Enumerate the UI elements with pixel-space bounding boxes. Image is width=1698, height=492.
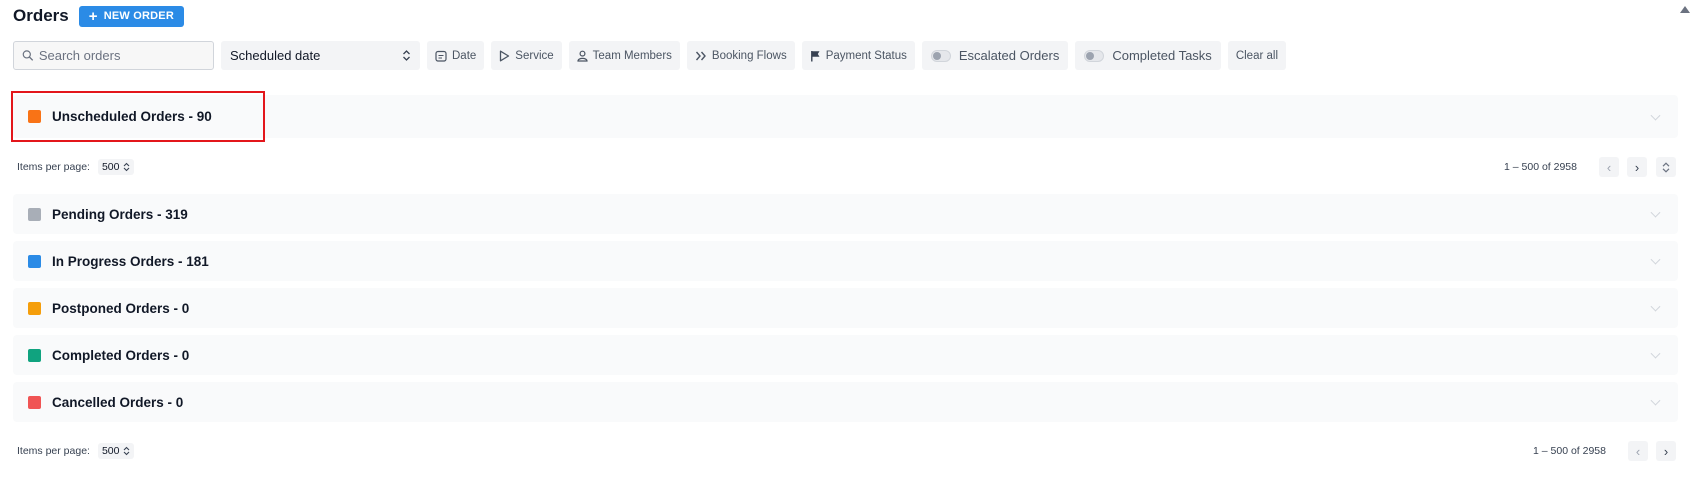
status-color-swatch	[28, 395, 41, 409]
select-arrows-icon	[403, 50, 410, 61]
page-header: Orders + NEW ORDER	[13, 5, 184, 27]
search-input[interactable]	[38, 48, 205, 63]
section-title: Postponed Orders - 0	[52, 300, 190, 316]
booking-flows-filter-chip[interactable]: Booking Flows	[686, 41, 795, 70]
section-in-progress-orders[interactable]: In Progress Orders - 181	[13, 241, 1678, 281]
flag-icon	[810, 50, 820, 61]
play-icon	[500, 50, 510, 61]
escalated-orders-label: Escalated Orders	[958, 48, 1060, 63]
team-members-filter-label: Team Members	[592, 49, 672, 62]
booking-flows-filter-label: Booking Flows	[711, 49, 787, 62]
chevron-left-icon: ‹	[1606, 159, 1612, 175]
escalated-orders-toggle[interactable]	[930, 49, 951, 62]
section-completed-orders[interactable]: Completed Orders - 0	[13, 335, 1678, 375]
page-options-button[interactable]	[1656, 157, 1676, 177]
section-postponed-orders[interactable]: Postponed Orders - 0	[13, 288, 1678, 328]
search-box[interactable]	[13, 41, 214, 70]
new-order-button[interactable]: + NEW ORDER	[78, 5, 184, 27]
status-color-swatch	[28, 348, 41, 362]
chevron-down-icon[interactable]	[1650, 301, 1661, 312]
items-per-page-value: 500	[101, 445, 120, 457]
select-arrows-icon	[123, 162, 129, 172]
completed-tasks-label: Completed Tasks	[1112, 48, 1212, 63]
completed-tasks-toggle[interactable]	[1084, 49, 1105, 62]
pagination-top: Items per page: 500	[17, 156, 1682, 178]
chevron-right-icon: ›	[1634, 159, 1640, 175]
service-filter-chip[interactable]: Service	[491, 41, 562, 70]
pagination-bottom: Items per page: 500	[17, 440, 1682, 462]
escalated-orders-toggle-chip[interactable]: Escalated Orders	[921, 41, 1069, 70]
pagination-range: 1 – 500 of 2958	[1504, 161, 1577, 173]
items-per-page-label: Items per page:	[17, 161, 90, 173]
sort-select-value: Scheduled date	[230, 48, 321, 63]
select-arrows-icon	[123, 446, 129, 456]
pagination-range: 1 – 500 of 2958	[1533, 445, 1606, 457]
highlight-box	[11, 91, 265, 142]
chevron-down-icon[interactable]	[1650, 395, 1661, 406]
previous-page-button[interactable]: ‹	[1628, 441, 1648, 461]
items-per-page-label: Items per page:	[17, 445, 90, 457]
payment-status-filter-chip[interactable]: Payment Status	[801, 41, 915, 70]
clear-all-label: Clear all	[1235, 49, 1278, 62]
next-page-button[interactable]: ›	[1656, 441, 1676, 461]
up-down-arrows-icon	[1662, 161, 1670, 173]
sort-select[interactable]: Scheduled date	[221, 41, 420, 70]
previous-page-button[interactable]: ‹	[1599, 157, 1619, 177]
section-title: In Progress Orders - 181	[52, 253, 209, 269]
items-per-page-value: 500	[101, 161, 120, 173]
next-page-button[interactable]: ›	[1627, 157, 1647, 177]
page-title: Orders	[13, 6, 69, 25]
status-color-swatch	[28, 207, 41, 221]
scroll-up-arrow-icon[interactable]	[1680, 6, 1690, 13]
clear-all-button[interactable]: Clear all	[1227, 41, 1286, 70]
section-cancelled-orders[interactable]: Cancelled Orders - 0	[13, 382, 1678, 422]
section-title: Cancelled Orders - 0	[52, 394, 184, 410]
items-per-page-select[interactable]: 500	[97, 443, 134, 459]
section-pending-orders[interactable]: Pending Orders - 319	[13, 194, 1678, 234]
person-icon	[577, 50, 588, 62]
chevron-left-icon: ‹	[1635, 443, 1641, 459]
chevron-down-icon[interactable]	[1650, 254, 1661, 265]
completed-tasks-toggle-chip[interactable]: Completed Tasks	[1075, 41, 1221, 70]
date-filter-chip[interactable]: Date	[427, 41, 485, 70]
payment-status-filter-label: Payment Status	[825, 49, 907, 62]
section-title: Completed Orders - 0	[52, 347, 190, 363]
status-color-swatch	[28, 301, 41, 315]
chevron-down-icon[interactable]	[1650, 207, 1661, 218]
chevron-right-icon: ›	[1663, 443, 1669, 459]
date-filter-label: Date	[452, 49, 477, 62]
service-filter-label: Service	[515, 49, 554, 62]
double-chevron-right-icon	[695, 51, 706, 60]
chevron-down-icon[interactable]	[1650, 348, 1661, 359]
status-color-swatch	[28, 254, 41, 268]
plus-icon: +	[88, 7, 98, 25]
new-order-label: NEW ORDER	[103, 10, 174, 22]
filter-bar: Scheduled date Date Service Team Members…	[13, 41, 1286, 70]
calendar-icon	[435, 50, 447, 62]
team-members-filter-chip[interactable]: Team Members	[568, 41, 680, 70]
search-icon	[22, 50, 34, 61]
items-per-page-select[interactable]: 500	[97, 159, 134, 175]
chevron-down-icon[interactable]	[1650, 110, 1661, 121]
section-title: Pending Orders - 319	[52, 206, 188, 222]
